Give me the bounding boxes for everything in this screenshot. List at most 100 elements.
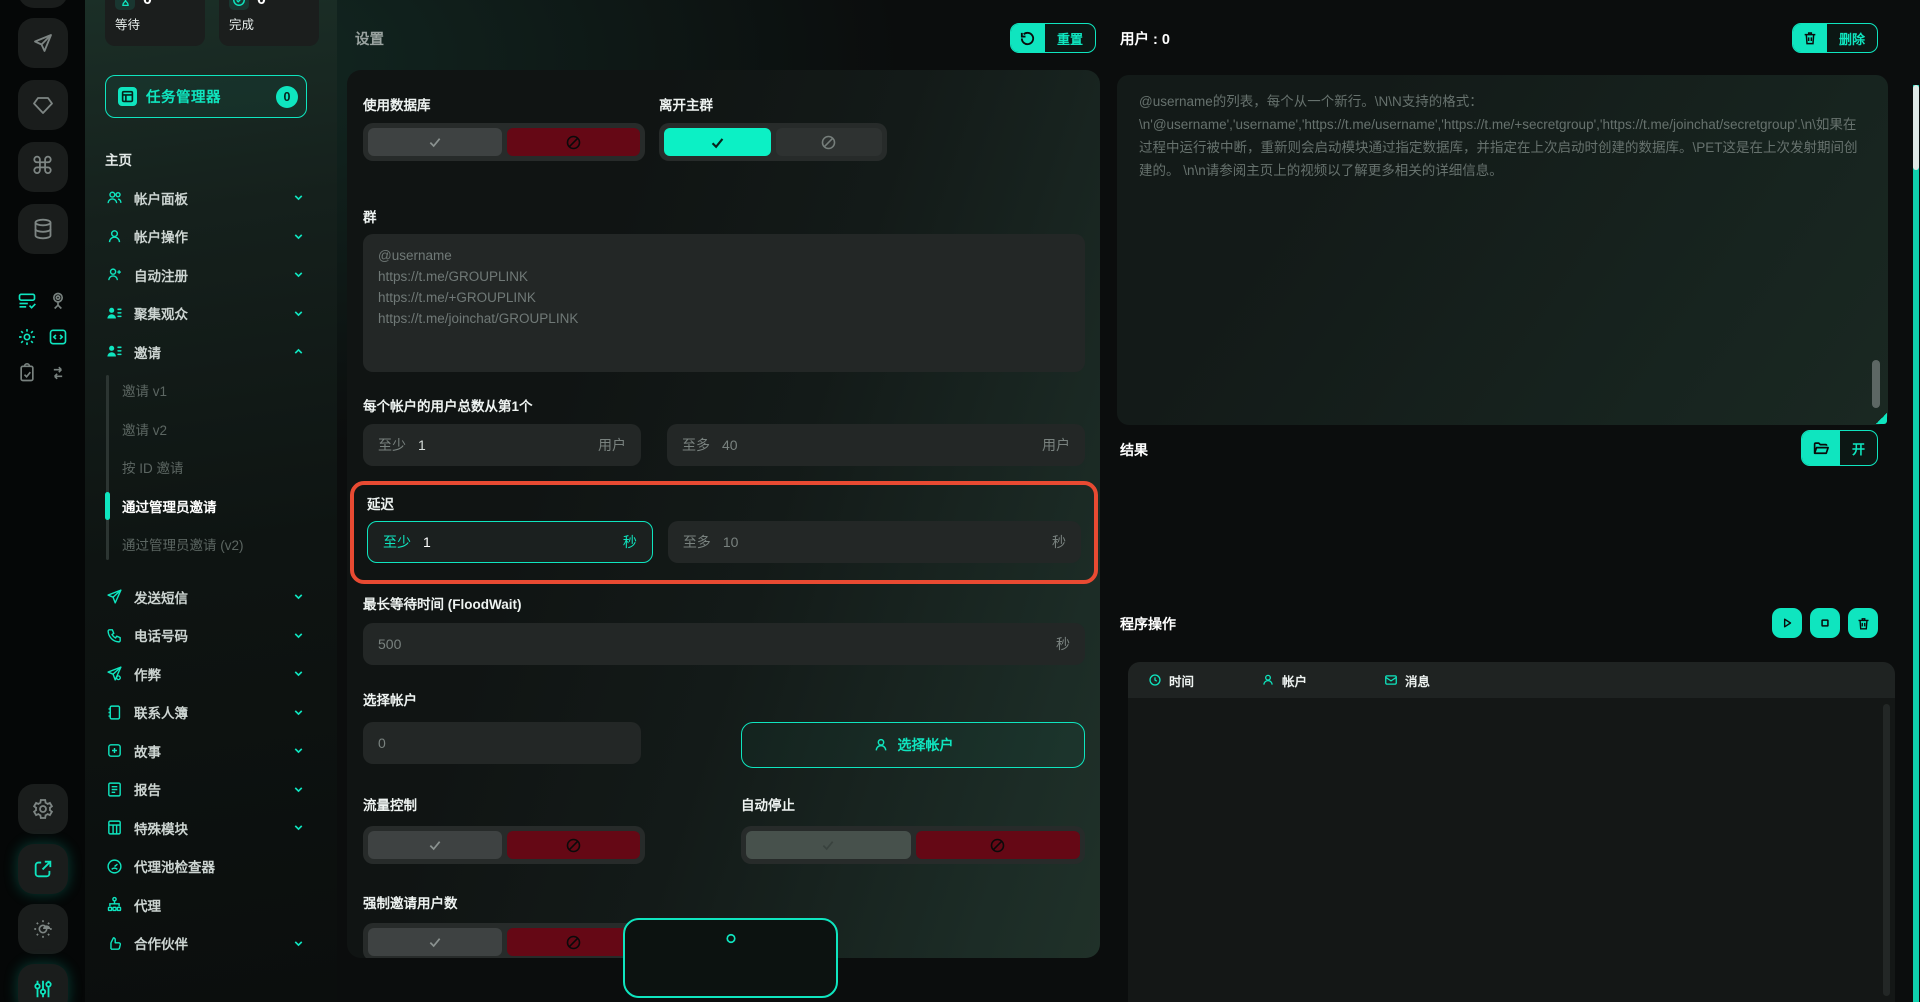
external-link-icon	[32, 858, 54, 880]
server-check-icon[interactable]	[16, 290, 38, 312]
brightness-icon	[32, 918, 54, 940]
chevron-up-icon	[292, 345, 305, 358]
sidebar-item-proxy[interactable]: 代理	[85, 886, 337, 925]
column-message[interactable]: 消息	[1384, 671, 1430, 690]
delay-highlight-box: 延迟 至少 1 秒 至多 10 秒	[350, 481, 1098, 584]
brightness-button[interactable]	[18, 904, 68, 954]
table-scrollbar[interactable]	[1883, 704, 1890, 996]
sidebar-item-invite[interactable]: 邀请	[85, 333, 337, 372]
people-icon	[105, 189, 123, 207]
page-scrollbar[interactable]	[1913, 85, 1919, 1002]
sidebar-item-auto-register[interactable]: 自动注册	[85, 256, 337, 295]
settings-card: 使用数据库 离开主群 群 每个帐户的用户总数从第1个 至少 1	[347, 70, 1100, 958]
per-account-min-input[interactable]: 至少 1 用户	[363, 424, 641, 466]
stat-waiting-value: 0	[143, 0, 152, 9]
start-button-cut[interactable]	[623, 918, 838, 998]
swap-icon[interactable]	[47, 362, 69, 384]
command-nav-button[interactable]: ⌘	[18, 142, 68, 192]
phone-icon	[105, 626, 123, 644]
force-invite-no[interactable]	[507, 928, 641, 956]
operations-title: 程序操作	[1120, 614, 1176, 634]
submenu-invite-by-id[interactable]: 按 ID 邀请	[85, 448, 337, 487]
submenu-invite-v2[interactable]: 邀请 v2	[85, 410, 337, 449]
chevron-down-icon	[292, 191, 305, 204]
sidebar-item-cheat[interactable]: 作弊	[85, 655, 337, 694]
column-account[interactable]: 帐户	[1261, 671, 1384, 690]
submenu-invite-v1[interactable]: 邀请 v1	[85, 371, 337, 410]
delete-users-button[interactable]: 删除	[1792, 23, 1878, 53]
gauge-icon	[105, 857, 123, 875]
users-title: 用户 : 0	[1120, 28, 1170, 49]
chevron-down-icon	[292, 590, 305, 603]
chevron-down-icon	[292, 706, 305, 719]
users-textarea[interactable]	[1117, 75, 1888, 425]
group-textarea[interactable]	[363, 234, 1085, 372]
operations-table-header: 时间 帐户 消息	[1128, 662, 1895, 698]
clear-log-button[interactable]	[1848, 608, 1878, 638]
database-nav-button[interactable]	[18, 204, 68, 254]
code-window-icon[interactable]	[47, 326, 69, 348]
rotate-ccw-icon	[1011, 24, 1045, 52]
account-count-input[interactable]: 0	[363, 722, 641, 764]
force-invite-yes[interactable]	[368, 928, 502, 956]
hourglass-icon	[115, 0, 135, 10]
flow-control-no[interactable]	[507, 831, 641, 859]
flow-control-toggle	[363, 826, 645, 864]
report-icon	[105, 780, 123, 798]
auto-stop-no[interactable]	[916, 831, 1081, 859]
delay-min-input[interactable]: 至少 1 秒	[367, 521, 653, 563]
rail-cut-button[interactable]	[18, 0, 68, 8]
task-manager-button[interactable]: 任务管理器 0	[105, 75, 307, 118]
sidebar-item-contact-book[interactable]: 联系人簿	[85, 693, 337, 732]
select-account-button[interactable]: 选择帐户	[741, 722, 1085, 768]
submenu-invite-via-admin[interactable]: 通过管理员邀请	[85, 487, 337, 526]
sidebar-item-reports[interactable]: 报告	[85, 770, 337, 809]
sidebar-item-gather-audience[interactable]: 聚集观众	[85, 294, 337, 333]
send-nav-button[interactable]	[18, 18, 68, 68]
reset-button[interactable]: 重置	[1010, 23, 1096, 53]
external-link-button[interactable]	[18, 844, 68, 894]
column-time[interactable]: 时间	[1148, 671, 1261, 690]
sidebar-item-home[interactable]: 主页	[85, 140, 337, 179]
submenu-invite-via-admin-v2[interactable]: 通过管理员邀请 (v2)	[85, 525, 337, 564]
sidebar-item-account-ops[interactable]: 帐户操作	[85, 217, 337, 256]
leave-group-yes[interactable]	[664, 128, 771, 156]
sidebar-item-phone-numbers[interactable]: 电话号码	[85, 616, 337, 655]
page-scrollbar-thumb[interactable]	[1913, 85, 1919, 170]
settings-rail-button[interactable]	[18, 784, 68, 834]
play-button[interactable]	[1772, 608, 1802, 638]
sidebar-item-stories[interactable]: 故事	[85, 732, 337, 771]
flow-control-yes[interactable]	[368, 831, 502, 859]
per-account-max-input[interactable]: 至多 40 用户	[667, 424, 1085, 466]
table-icon	[105, 819, 123, 837]
sidebar-item-send-sms[interactable]: 发送短信	[85, 578, 337, 617]
chevron-down-icon	[292, 268, 305, 281]
sidebar-item-proxy-checker[interactable]: 代理池检查器	[85, 847, 337, 886]
use-db-yes[interactable]	[368, 128, 502, 156]
select-account-label: 选择帐户	[363, 689, 1085, 709]
flow-control-label: 流量控制	[363, 794, 645, 814]
person-cam-icon[interactable]	[47, 290, 69, 312]
delay-max-input[interactable]: 至多 10 秒	[668, 521, 1081, 563]
gear-icon[interactable]	[16, 326, 38, 348]
open-result-button[interactable]: 开	[1801, 430, 1878, 466]
sidebar-item-account-panel[interactable]: 帐户面板	[85, 179, 337, 218]
sidebar-item-partners[interactable]: 合作伙伴	[85, 924, 337, 963]
stop-button[interactable]	[1810, 608, 1840, 638]
floodwait-input[interactable]: 500 秒	[363, 623, 1085, 665]
person-list-icon	[105, 304, 123, 322]
textarea-scrollbar-thumb[interactable]	[1872, 360, 1880, 408]
sidebar-item-special-modules[interactable]: 特殊模块	[85, 809, 337, 848]
textarea-resize-handle[interactable]	[1876, 413, 1887, 424]
auto-stop-yes[interactable]	[746, 831, 911, 859]
leave-group-no[interactable]	[776, 128, 883, 156]
plus-square-icon	[105, 742, 123, 760]
sliders-button[interactable]	[18, 964, 68, 1002]
sliders-icon	[32, 978, 54, 1000]
use-db-no[interactable]	[507, 128, 641, 156]
task-manager-icon	[118, 87, 137, 106]
clipboard-check-icon[interactable]	[16, 362, 38, 384]
person-list-icon	[105, 343, 123, 361]
database-icon	[31, 217, 55, 241]
diamond-nav-button[interactable]	[18, 80, 68, 130]
